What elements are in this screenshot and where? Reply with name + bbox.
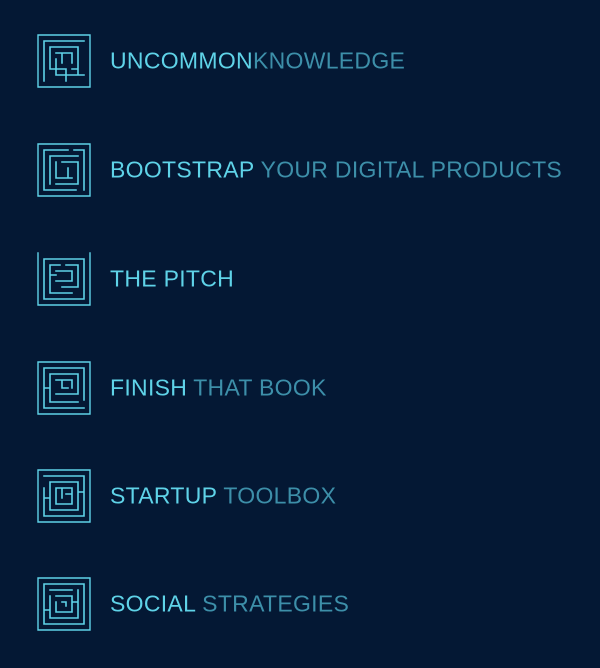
wordmark-light: STRATEGIES: [202, 590, 350, 617]
logo-finish-that-book[interactable]: FINISH THAT BOOK: [0, 358, 600, 418]
wordmark-strong: BOOTSTRAP: [110, 156, 255, 183]
maze-icon: [36, 251, 92, 307]
wordmark-light: YOUR DIGITAL PRODUCTS: [260, 156, 563, 183]
logo-the-pitch[interactable]: THE PITCH: [0, 249, 600, 309]
logo-social-strategies[interactable]: SOCIAL STRATEGIES: [0, 574, 600, 634]
logo-uncommon-knowledge[interactable]: UNCOMMONKNOWLEDGE: [0, 31, 600, 91]
logo-bootstrap[interactable]: BOOTSTRAP YOUR DIGITAL PRODUCTS: [0, 140, 600, 200]
wordmark-light: TOOLBOX: [223, 482, 337, 509]
maze-icon: [36, 33, 92, 89]
maze-icon: [36, 576, 92, 632]
wordmark-strong: SOCIAL: [110, 590, 197, 617]
maze-icon: [36, 468, 92, 524]
wordmark-strong: THE PITCH: [110, 265, 235, 292]
maze-icon: [36, 360, 92, 416]
maze-icon: [36, 142, 92, 198]
wordmark-light: KNOWLEDGE: [252, 47, 406, 74]
wordmark-light: THAT BOOK: [193, 374, 327, 401]
logo-startup-toolbox[interactable]: STARTUP TOOLBOX: [0, 466, 600, 526]
wordmark-strong: STARTUP: [110, 482, 218, 509]
wordmark-strong: UNCOMMON: [110, 47, 253, 74]
wordmark-strong: FINISH: [110, 374, 188, 401]
